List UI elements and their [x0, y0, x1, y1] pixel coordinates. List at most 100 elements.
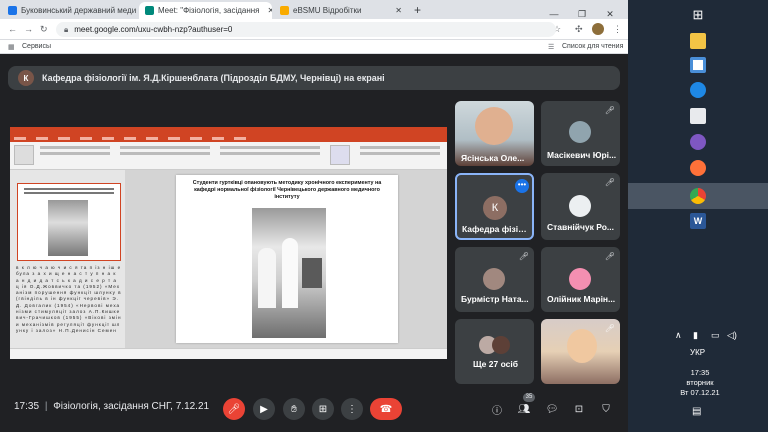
participant-tile[interactable]: 🎤︎	[541, 319, 620, 384]
shield-icon: ⛉	[602, 403, 610, 415]
participant-name: Бурмістр Ната...	[461, 294, 529, 304]
participant-name: Ставнійчук Ро...	[547, 222, 614, 232]
taskbar-clock[interactable]: 17:35 вторник Вт 07.12.21	[680, 368, 720, 398]
chat-icon: 💬︎	[545, 403, 559, 415]
participant-avatar: К	[483, 196, 507, 220]
chat-button[interactable]: 💬︎	[545, 402, 559, 416]
apps-grid-icon[interactable]: ▦	[8, 43, 15, 51]
file-explorer-icon[interactable]	[690, 33, 706, 49]
browser-tab-active[interactable]: Meet: "Фізіологія, засідання ✕	[139, 2, 272, 19]
edge-icon[interactable]	[690, 82, 706, 98]
network-icon[interactable]: ▭	[711, 330, 720, 341]
windows-start-icon[interactable]: ⊞	[690, 7, 706, 23]
participant-tile[interactable]: 🎤︎ Масікевич Юрі...	[541, 101, 620, 166]
hang-up-icon: ☎︎	[379, 403, 393, 415]
browser-tab[interactable]: eBSMU Відробітки ✕	[274, 2, 408, 19]
extensions-icon[interactable]: ✣	[575, 25, 583, 34]
participant-video	[475, 107, 513, 145]
hand-icon: ✋︎	[291, 403, 297, 415]
participant-avatar	[569, 268, 591, 290]
more-vert-icon: ⋮	[347, 403, 357, 415]
microphone-tray-icon[interactable]: ▮	[693, 330, 698, 341]
shapes-icon	[330, 145, 350, 165]
apps-bookmark[interactable]: Сервисы	[22, 43, 51, 50]
meeting-details-button[interactable]: ⓘ	[490, 402, 504, 417]
participant-name: Олійник Марін...	[547, 294, 616, 304]
people-icon: 👥︎	[517, 403, 531, 415]
more-participants-label: Ще 27 осіб	[473, 359, 518, 369]
participant-name: Масікевич Юрі...	[547, 150, 617, 160]
meeting-time: 17:35	[14, 401, 40, 412]
meeting-info: 17:35 | Фізіологія, засідання СНГ, 7.12.…	[14, 401, 209, 412]
powerpoint-ribbon	[10, 142, 447, 170]
more-participants-tile[interactable]: Ще 27 осіб	[455, 319, 534, 384]
activities-button[interactable]: ⊡	[572, 402, 586, 416]
present-now-button[interactable]: ⊞	[312, 398, 334, 420]
browser-menu-icon[interactable]: ⋮	[613, 25, 622, 34]
input-language[interactable]: УКР	[690, 348, 705, 357]
people-button[interactable]: 👥︎	[517, 402, 531, 416]
info-icon: ⓘ	[492, 405, 502, 417]
slide-title: Студенти гуртківці опановують методику х…	[192, 180, 382, 200]
browser-tab[interactable]: Буковинський державний меди ✕	[2, 2, 138, 19]
leave-call-button[interactable]: ☎︎	[370, 398, 402, 420]
presenter-avatar: К	[18, 70, 34, 86]
tray-expand-icon[interactable]: ∧	[675, 330, 682, 341]
forward-icon[interactable]: →	[24, 25, 33, 34]
host-controls-button[interactable]: ⛉	[599, 402, 613, 416]
close-tab-icon[interactable]: ✕	[395, 6, 402, 15]
participant-video	[567, 329, 597, 363]
meeting-name: Фізіологія, засідання СНГ, 7.12.21	[53, 401, 210, 412]
camera-icon: ▶	[260, 403, 268, 415]
back-icon[interactable]: ←	[8, 25, 17, 34]
firefox-icon[interactable]	[690, 160, 706, 176]
new-tab-icon[interactable]: +	[414, 3, 421, 17]
notifications-icon[interactable]: ▤	[692, 406, 701, 417]
raise-hand-button[interactable]: ✋︎	[283, 398, 305, 420]
current-slide: Студенти гуртківці опановують методику х…	[176, 175, 398, 343]
presenter-banner-text: Кафедра фізіології ім. Я.Д.Кіршенблата (…	[42, 73, 385, 83]
mail-icon[interactable]	[690, 108, 706, 124]
meet-favicon-icon	[145, 6, 154, 15]
profile-avatar[interactable]	[592, 23, 604, 35]
reload-icon[interactable]: ↻	[40, 25, 48, 34]
address-bar[interactable]: 🔒︎ meet.google.com/uxu-cwbh-nzp?authuser…	[56, 22, 556, 37]
store-icon[interactable]	[690, 57, 706, 73]
more-options-icon[interactable]: •••	[515, 179, 529, 193]
browser-tab-strip: Буковинський державний меди ✕ Meet: "Фіз…	[0, 0, 628, 19]
lock-icon: 🔒︎	[64, 24, 69, 34]
tab-title: Meet: "Фізіологія, засідання	[158, 6, 260, 15]
site-favicon-icon	[8, 6, 17, 15]
chrome-icon[interactable]	[690, 188, 706, 204]
volume-icon[interactable]: ◁)	[727, 330, 737, 341]
slide-notes-text: в к л ю ч а ю ч и с я та п із н іш е бул…	[16, 265, 122, 333]
mic-off-icon: 🎤︎	[227, 403, 241, 415]
slide-thumbnail	[17, 183, 121, 261]
participant-tile[interactable]: 🎤︎ Ставнійчук Ро...	[541, 173, 620, 240]
participant-tile[interactable]: Ясінська Оле...	[455, 101, 534, 166]
microphone-toggle-button[interactable]: 🎤︎	[223, 398, 245, 420]
mic-off-icon: 🎤︎	[604, 178, 616, 187]
participant-tile-active[interactable]: ••• К Кафедра фізіо...	[455, 173, 534, 240]
tab-title: eBSMU Відробітки	[293, 6, 362, 15]
activities-icon: ⊡	[574, 403, 584, 415]
participant-name: Ясінська Оле...	[461, 153, 525, 163]
close-tab-icon[interactable]: ✕	[268, 6, 272, 15]
participants-count-badge: 35	[523, 393, 535, 402]
participant-tile[interactable]: 🎤︎ Олійник Марін...	[541, 247, 620, 312]
word-icon[interactable]: W	[690, 213, 706, 229]
paste-icon	[14, 145, 34, 165]
more-options-button[interactable]: ⋮	[341, 398, 363, 420]
participant-tile[interactable]: 🎤︎ Бурмістр Ната...	[455, 247, 534, 312]
participant-avatar	[569, 195, 591, 217]
viber-icon[interactable]	[690, 134, 706, 150]
shared-screen[interactable]: в к л ю ч а ю ч и с я та п із н іш е бул…	[10, 127, 447, 359]
presenter-banner: К Кафедра фізіології ім. Я.Д.Кіршенблата…	[8, 66, 620, 90]
minimize-icon[interactable]: —	[540, 9, 568, 19]
url-text: meet.google.com/uxu-cwbh-nzp?authuser=0	[74, 25, 233, 34]
reading-list-button[interactable]: Список для чтения	[562, 43, 623, 50]
separator: |	[44, 401, 48, 412]
camera-toggle-button[interactable]: ▶	[253, 398, 275, 420]
thumbnail-photo	[48, 200, 88, 256]
participant-avatar	[569, 121, 591, 143]
